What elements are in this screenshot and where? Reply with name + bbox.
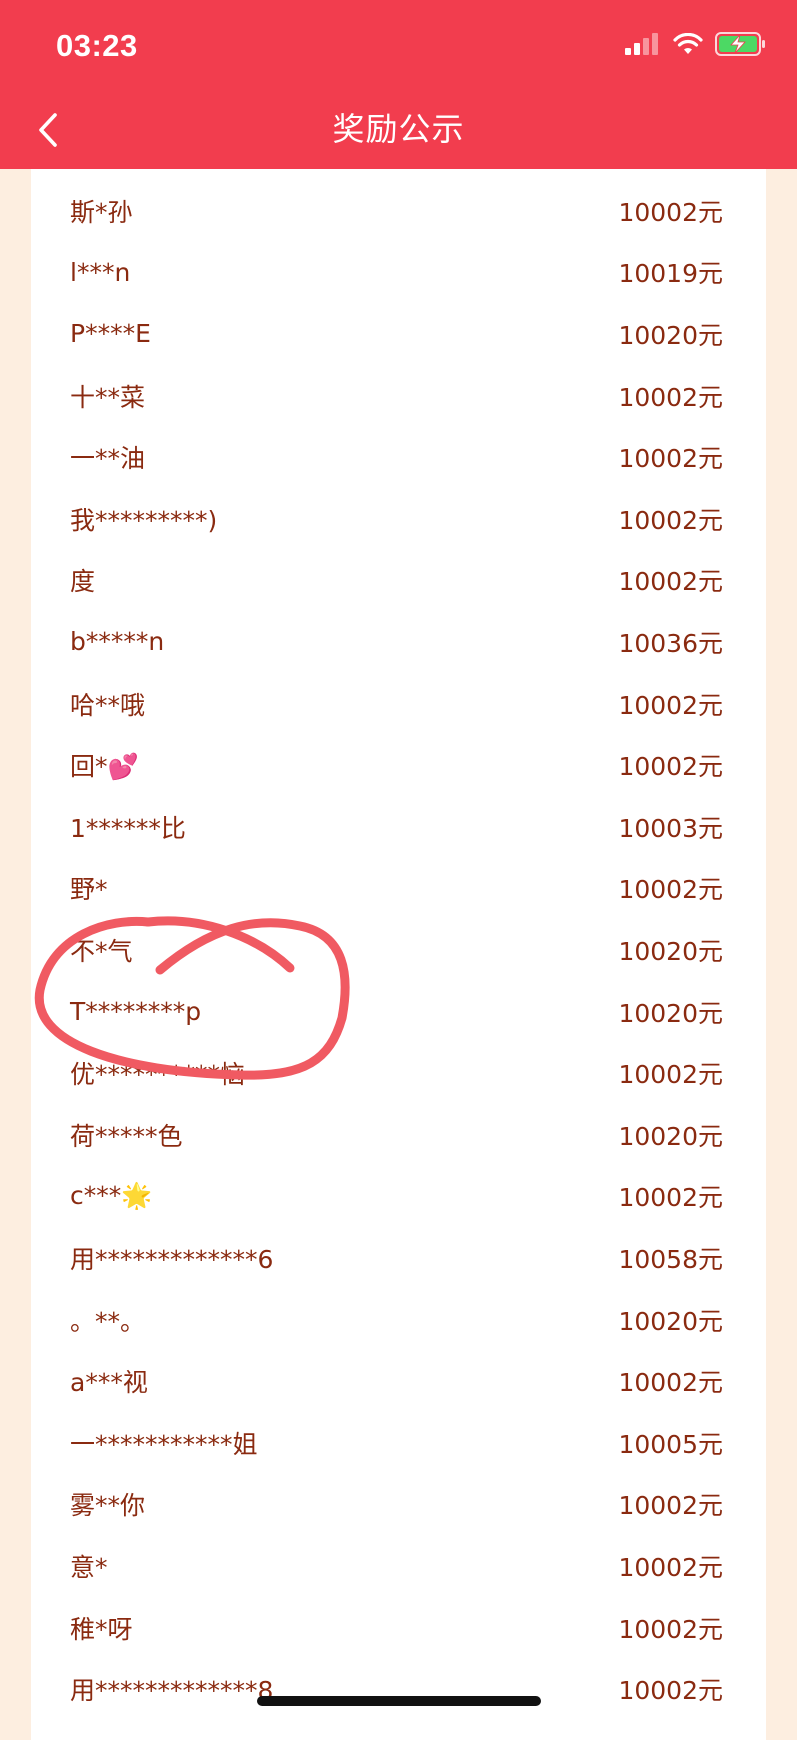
reward-amount: 10019元 — [618, 259, 723, 289]
reward-row: b*****n 10036元 — [31, 611, 766, 673]
winner-name: 度 — [70, 567, 96, 597]
reward-amount: 10002元 — [618, 197, 723, 227]
reward-row: 斯*孙 10002元 — [31, 180, 766, 242]
winner-name: b*****n — [70, 627, 165, 657]
reward-row: T********p 10020元 — [31, 981, 766, 1043]
winner-name: 。**。 — [70, 1306, 146, 1336]
winner-name: 十**菜 — [70, 382, 146, 412]
winner-name: 我*********) — [70, 505, 218, 535]
reward-row: 用*************6 10058元 — [31, 1227, 766, 1289]
winner-name: l***n — [70, 257, 131, 287]
reward-amount: 10002元 — [618, 1614, 723, 1644]
reward-row: P****E 10020元 — [31, 303, 766, 365]
page-title: 奖励公示 — [332, 110, 465, 148]
reward-amount: 10002元 — [618, 444, 723, 474]
winner-name: 稚*呀 — [70, 1614, 133, 1644]
reward-amount: 10020元 — [618, 1121, 723, 1151]
status-icons — [625, 32, 767, 56]
reward-row: 不*气 10020元 — [31, 919, 766, 981]
reward-row: 回*💕 10002元 — [31, 734, 766, 796]
reward-row: 。**。 10020元 — [31, 1289, 766, 1351]
top-header: 03:23 奖励公示 — [0, 0, 797, 169]
reward-amount: 10002元 — [618, 1552, 723, 1582]
winner-name: 用*************6 — [70, 1244, 274, 1274]
winner-name: 1******比 — [70, 813, 186, 843]
reward-amount: 10002元 — [618, 1183, 723, 1213]
reward-amount: 10020元 — [618, 320, 723, 350]
winner-name: 不*气 — [70, 936, 133, 966]
reward-row: 意* 10002元 — [31, 1535, 766, 1597]
reward-amount: 10002元 — [618, 752, 723, 782]
winner-name: 回*💕 — [70, 752, 139, 782]
reward-row: 野* 10002元 — [31, 858, 766, 920]
winner-name: 斯*孙 — [70, 197, 133, 227]
reward-row: 哈**哦 10002元 — [31, 673, 766, 735]
winner-name: c***🌟 — [70, 1181, 153, 1211]
reward-row: 雾**你 10002元 — [31, 1474, 766, 1536]
reward-amount: 10002元 — [618, 690, 723, 720]
reward-amount: 10020元 — [618, 936, 723, 966]
reward-amount: 10058元 — [618, 1244, 723, 1274]
home-indicator — [257, 1696, 541, 1706]
reward-list-card: 斯*孙 10002元 l***n 10019元 P****E 10020元 十**菜 1000… — [31, 140, 766, 1740]
reward-row: 稚*呀 10002元 — [31, 1597, 766, 1659]
winner-name: 优**********恼 — [70, 1060, 246, 1090]
reward-row: c***🌟 10002元 — [31, 1166, 766, 1228]
winner-name: 野* — [70, 875, 108, 905]
winner-name: a***视 — [70, 1368, 148, 1398]
reward-row: 用*************8 10002元 — [31, 1658, 766, 1720]
reward-row: 一***********姐 10005元 — [31, 1412, 766, 1474]
winner-name: 意* — [70, 1552, 108, 1582]
reward-row: l***n 10019元 — [31, 242, 766, 304]
winner-name: 一***********姐 — [70, 1429, 258, 1459]
reward-amount: 10002元 — [618, 1368, 723, 1398]
winner-name: 哈**哦 — [70, 690, 146, 720]
reward-row: 一**油 10002元 — [31, 426, 766, 488]
reward-amount: 10002元 — [618, 1060, 723, 1090]
reward-amount: 10002元 — [618, 1491, 723, 1521]
reward-row: 荷*****色 10020元 — [31, 1104, 766, 1166]
winner-name: 荷*****色 — [70, 1121, 183, 1151]
reward-row: 度 10002元 — [31, 550, 766, 612]
reward-amount: 10002元 — [618, 875, 723, 905]
reward-amount: 10036元 — [618, 628, 723, 658]
reward-amount: 10020元 — [618, 1306, 723, 1336]
reward-row: a***视 10002元 — [31, 1350, 766, 1412]
reward-row: 十**菜 10002元 — [31, 365, 766, 427]
reward-amount: 10002元 — [618, 1676, 723, 1706]
signal-icon — [625, 33, 658, 55]
winner-name: P****E — [70, 319, 151, 349]
reward-row: 优**********恼 10002元 — [31, 1042, 766, 1104]
reward-amount: 10003元 — [618, 813, 723, 843]
winner-name: 一**油 — [70, 444, 146, 474]
wifi-icon — [673, 33, 703, 54]
reward-amount: 10002元 — [618, 567, 723, 597]
winner-name: 雾**你 — [70, 1491, 146, 1521]
reward-row: 我*********) 10002元 — [31, 488, 766, 550]
battery-charging-icon — [715, 32, 765, 56]
status-time: 03:23 — [56, 28, 138, 63]
reward-row: 1******比 10003元 — [31, 796, 766, 858]
reward-amount: 10002元 — [618, 382, 723, 412]
reward-amount: 10020元 — [618, 998, 723, 1028]
reward-amount: 10005元 — [618, 1429, 723, 1459]
winner-name: T********p — [70, 997, 202, 1027]
winner-name: 用*************8 — [70, 1676, 274, 1706]
reward-amount: 10002元 — [618, 505, 723, 535]
